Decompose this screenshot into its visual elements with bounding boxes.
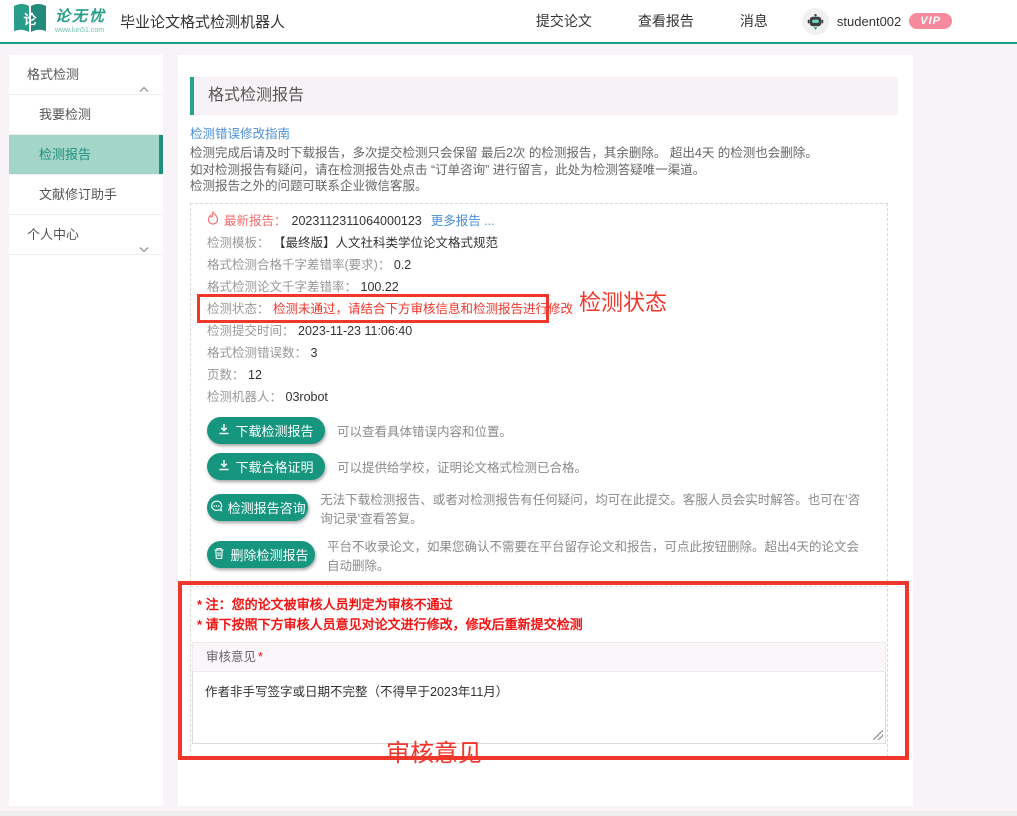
nav-view-report[interactable]: 查看报告: [638, 11, 694, 31]
sidebar-item-label: 文献修订助手: [39, 175, 117, 215]
field-label: 检测模板：: [207, 236, 270, 250]
latest-report-row: 最新报告： 2023112311064000123 更多报告 ...: [207, 210, 871, 232]
header-nav: 提交论文 查看报告 消息: [536, 11, 768, 31]
svg-text:论: 论: [23, 12, 37, 27]
brand-name: 论无忧: [55, 9, 106, 24]
sidebar-item-report[interactable]: 检测报告: [9, 135, 163, 175]
review-note-1: * 注：您的论文被审核人员判定为审核不通过: [191, 595, 887, 615]
download-icon: [218, 459, 230, 474]
brand-logo[interactable]: 论 论无忧 www.lun51.com: [12, 2, 106, 41]
field-label: 格式检测合格千字差错率(要求)：: [207, 258, 390, 272]
action-desc: 可以查看具体错误内容和位置。: [337, 421, 512, 440]
app-header: 论 论无忧 www.lun51.com 毕业论文格式检测机器人 提交论文 查看报…: [0, 0, 1017, 44]
field-label: 格式检测论文千字差错率：: [207, 280, 357, 294]
chat-bubble-icon: [210, 500, 223, 516]
button-label: 下载合格证明: [235, 457, 313, 476]
robot-avatar-icon: [802, 8, 829, 35]
status-annotation-label: 检测状态: [579, 292, 667, 314]
download-certificate-button[interactable]: 下载合格证明: [207, 453, 325, 480]
action-row: 下载检测报告 可以查看具体错误内容和位置。: [207, 417, 871, 444]
notice-block: 检测完成后请及时下载报告，多次提交检测只会保留 最后2次 的检测报告，其余删除。…: [190, 145, 898, 195]
button-label: 下载检测报告: [235, 421, 313, 440]
user-menu[interactable]: student002 VIP: [802, 8, 952, 35]
field-value: 03robot: [286, 390, 328, 404]
report-field-row: 格式检测论文千字差错率： 100.22: [207, 276, 871, 298]
logo-book-icon: 论: [12, 2, 48, 41]
sidebar-item-label: 格式检测: [27, 55, 79, 95]
field-value: 12: [248, 368, 262, 382]
sidebar-item-label: 个人中心: [27, 215, 79, 255]
field-label: 格式检测错误数：: [207, 346, 307, 360]
button-label: 检测报告咨询: [228, 498, 306, 517]
delete-report-button[interactable]: 删除检测报告: [207, 541, 315, 568]
review-label: 审核意见: [206, 650, 256, 664]
field-label: 检测机器人：: [207, 390, 282, 404]
report-field-row: 检测模板： 【最终版】人文社科类学位论文格式规范: [207, 232, 871, 254]
brand-url: www.lun51.com: [55, 27, 106, 34]
nav-submit-paper[interactable]: 提交论文: [536, 11, 592, 31]
report-field-row: 页数： 12: [207, 364, 871, 386]
field-value: 100.22: [361, 280, 399, 294]
chevron-down-icon: [139, 229, 149, 269]
sidebar-item-label: 检测报告: [39, 135, 91, 175]
guide-link[interactable]: 检测错误修改指南: [190, 123, 290, 142]
action-desc: 无法下载检测报告、或者对检测报告有任何疑问，均可在此提交。客服人员会实时解答。也…: [320, 489, 871, 527]
report-section: 最新报告： 2023112311064000123 更多报告 ... 检测模板：…: [191, 204, 887, 586]
sidebar-item-label: 我要检测: [39, 95, 91, 135]
latest-report-label: 最新报告：: [224, 210, 287, 232]
field-value: 0.2: [394, 258, 411, 272]
report-field-row: 检测机器人： 03robot: [207, 386, 871, 408]
notice-line: 如对检测报告有疑问，请在检测报告处点击 “订单咨询” 进行留言，此处为检测答疑唯…: [190, 162, 898, 179]
report-field-row: 检测提交时间： 2023-11-23 11:06:40: [207, 320, 871, 342]
action-row: 下载合格证明 可以提供给学校，证明论文格式检测已合格。: [207, 453, 871, 480]
action-row: 检测报告咨询 无法下载检测报告、或者对检测报告有任何疑问，均可在此提交。客服人员…: [207, 489, 871, 527]
field-label: 页数：: [207, 368, 245, 382]
sidebar-item-format-check[interactable]: 格式检测: [9, 55, 163, 95]
notice-line: 检测完成后请及时下载报告，多次提交检测只会保留 最后2次 的检测报告，其余删除。…: [190, 145, 898, 162]
review-comment-textarea[interactable]: 作者非手写签字或日期不完整（不得早于2023年11月）: [192, 672, 886, 744]
action-desc: 平台不收录论文，如果您确认不需要在平台留存论文和报告，可点此按钮删除。超出4天的…: [327, 536, 871, 574]
review-annotation-label: 审核意见: [386, 733, 482, 768]
textarea-resize-handle[interactable]: [873, 730, 883, 740]
review-label-bar: 审核意见*: [192, 642, 886, 672]
field-value: 【最终版】人文社科类学位论文格式规范: [273, 236, 498, 250]
bottom-strip: [0, 811, 1017, 816]
nav-messages[interactable]: 消息: [740, 11, 768, 31]
page-title: 格式检测报告: [190, 77, 898, 115]
report-field-row: 格式检测错误数： 3: [207, 342, 871, 364]
page: 论 论无忧 www.lun51.com 毕业论文格式检测机器人 提交论文 查看报…: [0, 0, 1017, 816]
sidebar-item-personal-center[interactable]: 个人中心: [9, 215, 163, 255]
content-panel: 格式检测报告 检测错误修改指南 检测完成后请及时下载报告，多次提交检测只会保留 …: [178, 55, 913, 806]
report-consult-button[interactable]: 检测报告咨询: [207, 494, 308, 521]
review-required-asterisk: *: [258, 650, 263, 664]
notice-line: 检测报告之外的问题可联系企业微信客服。: [190, 178, 898, 195]
action-row: 删除检测报告 平台不收录论文，如果您确认不需要在平台留存论文和报告，可点此按钮删…: [207, 536, 871, 574]
app-title: 毕业论文格式检测机器人: [120, 11, 285, 32]
field-value: 3: [311, 346, 318, 360]
download-icon: [218, 423, 230, 438]
trash-can-icon: [213, 547, 225, 563]
report-field-row-status: 检测状态： 检测未通过，请结合下方审核信息和检测报告进行修改 检测状态: [207, 298, 871, 320]
flame-icon: [207, 210, 219, 232]
sidebar-item-literature-assistant[interactable]: 文献修订助手: [9, 175, 163, 215]
latest-report-number: 2023112311064000123: [292, 210, 422, 232]
button-label: 删除检测报告: [230, 545, 308, 564]
vip-badge: VIP: [909, 13, 952, 29]
action-desc: 可以提供给学校，证明论文格式检测已合格。: [337, 457, 587, 476]
report-field-row: 格式检测合格千字差错率(要求)： 0.2: [207, 254, 871, 276]
sidebar-item-my-check[interactable]: 我要检测: [9, 95, 163, 135]
field-label: 检测提交时间：: [207, 324, 295, 338]
field-label: 检测状态：: [207, 302, 270, 316]
username: student002: [837, 14, 901, 29]
field-value: 2023-11-23 11:06:40: [298, 324, 412, 338]
sidebar: 格式检测 我要检测 检测报告 文献修订助手 个人中心: [9, 55, 163, 806]
review-section: * 注：您的论文被审核人员判定为审核不通过 * 请下按照下方审核人员意见对论文进…: [191, 586, 887, 756]
more-reports-link[interactable]: 更多报告 ...: [431, 210, 495, 232]
review-note-2: * 请下按照下方审核人员意见对论文进行修改，修改后重新提交检测: [191, 615, 887, 635]
download-report-button[interactable]: 下载检测报告: [207, 417, 325, 444]
review-comment-wrap: 作者非手写签字或日期不完整（不得早于2023年11月）: [192, 672, 886, 744]
field-value: 检测未通过，请结合下方审核信息和检测报告进行修改: [273, 302, 573, 316]
report-panel: 最新报告： 2023112311064000123 更多报告 ... 检测模板：…: [190, 203, 888, 757]
